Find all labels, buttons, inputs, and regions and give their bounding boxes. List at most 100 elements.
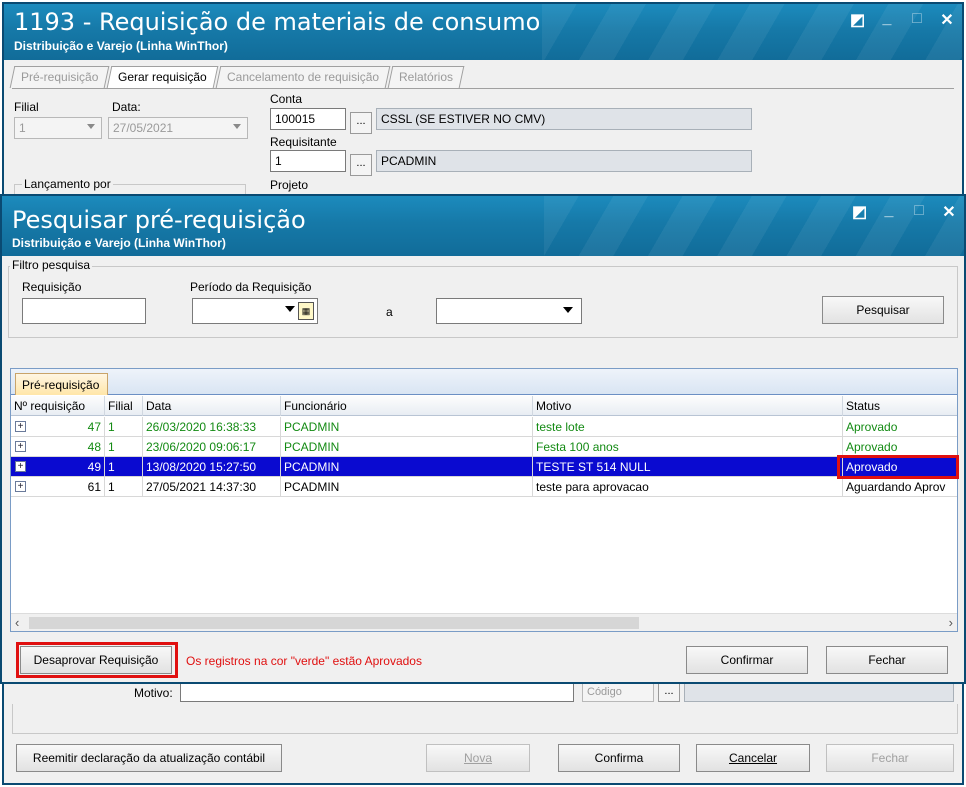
requisitante-label: Requisitante — [270, 135, 337, 149]
col-funcionario[interactable]: Funcionário — [281, 396, 533, 416]
requisitante-desc: PCADMIN — [376, 150, 752, 172]
fechar-main-button[interactable]: Fechar — [826, 744, 954, 772]
tab-pre-requisicao[interactable]: Pré-requisição — [9, 66, 110, 88]
scroll-right-icon[interactable]: › — [949, 615, 953, 630]
close-icon[interactable]: ✕ — [942, 202, 956, 222]
scroll-thumb[interactable] — [29, 617, 639, 629]
minimize-icon[interactable]: _ — [880, 10, 894, 30]
grid-tab-pre-requisicao[interactable]: Pré-requisição — [15, 373, 109, 395]
cell-motivo: Festa 100 anos — [533, 437, 843, 457]
conta-lookup-button[interactable]: ... — [350, 112, 372, 134]
filial-select[interactable]: 1 — [14, 117, 102, 139]
cell-num: 47 — [11, 417, 105, 437]
table-row[interactable]: + 61 1 27/05/2021 14:37:30 PCADMIN teste… — [11, 477, 957, 497]
close-icon[interactable]: ✕ — [940, 10, 954, 30]
cell-num: 61 — [11, 477, 105, 497]
main-subtitle: Distribuição e Varejo (Linha WinThor) — [14, 39, 228, 53]
tab-relatorios[interactable]: Relatórios — [387, 66, 465, 88]
chevron-down-icon — [87, 124, 95, 129]
periodo-end-select[interactable] — [436, 298, 582, 324]
dialog-title: Pesquisar pré-requisição — [12, 206, 306, 234]
conta-label: Conta — [270, 92, 303, 106]
col-status[interactable]: Status — [843, 396, 959, 416]
motivo-group — [12, 704, 958, 734]
col-num[interactable]: Nº requisição — [11, 396, 105, 416]
periodo-start-select[interactable]: ▦ — [192, 298, 318, 324]
cell-filial: 1 — [105, 457, 143, 477]
requisitante-code-input[interactable]: 1 — [270, 150, 346, 172]
conta-desc: CSSL (SE ESTIVER NO CMV) — [376, 108, 752, 130]
cell-status: Aguardando Aprov — [846, 480, 946, 494]
cell-funcionario: PCADMIN — [281, 437, 533, 457]
tab-gerar-requisicao[interactable]: Gerar requisição — [107, 66, 219, 88]
minimize-icon[interactable]: _ — [882, 202, 896, 222]
cell-motivo: TESTE ST 514 NULL — [533, 457, 843, 477]
cell-status: Aprovado — [846, 420, 898, 434]
fechar-dialog-button[interactable]: Fechar — [826, 646, 948, 674]
cell-num: 49 — [11, 457, 105, 477]
scroll-left-icon[interactable]: ‹ — [15, 615, 19, 630]
search-dialog: Pesquisar pré-requisição Distribuição e … — [0, 194, 966, 684]
codigo-lookup-button[interactable]: ... — [658, 682, 680, 702]
confirmar-button[interactable]: Confirmar — [686, 646, 808, 674]
col-filial[interactable]: Filial — [105, 396, 143, 416]
cell-status: Aprovado — [846, 440, 898, 454]
a-label: a — [386, 305, 393, 319]
cell-funcionario: PCADMIN — [281, 457, 533, 477]
dialog-titlebar[interactable]: Pesquisar pré-requisição Distribuição e … — [2, 196, 964, 256]
cell-data: 23/06/2020 09:06:17 — [143, 437, 281, 457]
filial-label: Filial — [14, 100, 39, 114]
cell-data: 27/05/2021 14:37:30 — [143, 477, 281, 497]
cell-filial: 1 — [105, 417, 143, 437]
motivo-label: Motivo: — [134, 686, 173, 700]
table-row[interactable]: + 48 1 23/06/2020 09:06:17 PCADMIN Festa… — [11, 437, 957, 457]
motivo-input[interactable] — [180, 682, 574, 702]
codigo-desc — [684, 682, 954, 702]
main-title: 1193 - Requisição de materiais de consum… — [14, 8, 541, 36]
requisicao-input[interactable] — [22, 298, 146, 324]
main-titlebar[interactable]: 1193 - Requisição de materiais de consum… — [4, 4, 962, 60]
legend-note: Os registros na cor "verde" estão Aprova… — [186, 654, 422, 668]
cell-funcionario: PCADMIN — [281, 477, 533, 497]
cell-motivo: teste para aprovacao — [533, 477, 843, 497]
main-tabs: Pré-requisição Gerar requisição Cancelam… — [9, 66, 465, 88]
tab-cancelamento[interactable]: Cancelamento de requisição — [215, 66, 391, 88]
maximize-icon[interactable]: □ — [910, 10, 924, 30]
cell-data: 13/08/2020 15:27:50 — [143, 457, 281, 477]
lancamento-label: Lançamento por — [22, 177, 113, 191]
calendar-icon[interactable]: ▦ — [298, 302, 314, 320]
dialog-subtitle: Distribuição e Varejo (Linha WinThor) — [12, 236, 226, 250]
restore-icon[interactable]: ◩ — [850, 10, 865, 30]
chevron-down-icon — [285, 306, 295, 312]
grid-header: Nº requisição Filial Data Funcionário Mo… — [11, 396, 957, 416]
requisitante-lookup-button[interactable]: ... — [350, 154, 372, 176]
cell-num: 48 — [11, 437, 105, 457]
col-data[interactable]: Data — [143, 396, 281, 416]
status-highlight-box — [837, 455, 959, 479]
requisicao-label: Requisição — [22, 280, 82, 294]
conta-code-input[interactable]: 100015 — [270, 108, 346, 130]
reemitir-button[interactable]: Reemitir declaração da atualização contá… — [16, 744, 282, 772]
cell-filial: 1 — [105, 477, 143, 497]
codigo-field[interactable]: Código — [582, 682, 654, 702]
nova-button[interactable]: Nova — [426, 744, 530, 772]
table-row[interactable]: + 47 1 26/03/2020 16:38:33 PCADMIN teste… — [11, 417, 957, 437]
confirma-button[interactable]: Confirma — [558, 744, 680, 772]
cell-data: 26/03/2020 16:38:33 — [143, 417, 281, 437]
cell-motivo: teste lote — [533, 417, 843, 437]
restore-icon[interactable]: ◩ — [852, 202, 867, 222]
horizontal-scrollbar[interactable]: ‹ › — [11, 613, 957, 631]
pesquisar-button[interactable]: Pesquisar — [822, 296, 944, 324]
maximize-icon[interactable]: □ — [912, 202, 926, 222]
results-grid: Pré-requisição Nº requisição Filial Data… — [10, 368, 959, 632]
cancelar-button[interactable]: Cancelar — [696, 744, 810, 772]
projeto-label: Projeto — [270, 178, 309, 192]
filter-label: Filtro pesquisa — [10, 258, 93, 272]
cell-funcionario: PCADMIN — [281, 417, 533, 437]
data-select[interactable]: 27/05/2021 — [108, 117, 248, 139]
chevron-down-icon — [233, 124, 241, 129]
table-row-selected[interactable]: + 49 1 13/08/2020 15:27:50 PCADMIN TESTE… — [11, 457, 957, 477]
col-motivo[interactable]: Motivo — [533, 396, 843, 416]
data-label: Data: — [112, 100, 141, 114]
desaprovar-highlight-box — [16, 642, 178, 678]
